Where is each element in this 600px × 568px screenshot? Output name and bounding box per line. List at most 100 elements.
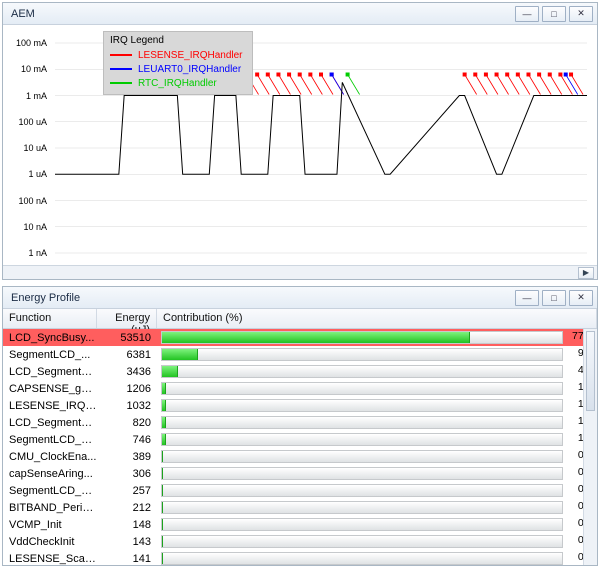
cell-contribution: 4% bbox=[157, 365, 597, 378]
aem-title: AEM bbox=[11, 8, 35, 20]
legend-swatch bbox=[110, 68, 132, 70]
cell-function: CMU_ClockEna... bbox=[3, 451, 97, 463]
table-row[interactable]: SegmentLCD_...63819% bbox=[3, 346, 597, 363]
table-row[interactable]: SegmentLCD_N...2570% bbox=[3, 482, 597, 499]
col-function[interactable]: Function bbox=[3, 309, 97, 328]
y-tick-label: 10 mA bbox=[5, 64, 51, 74]
contribution-bar bbox=[161, 518, 563, 531]
table-row[interactable]: LCD_SegmentSet34364% bbox=[3, 363, 597, 380]
legend-swatch bbox=[110, 54, 132, 56]
cell-function: BITBAND_Perip... bbox=[3, 502, 97, 514]
y-tick-label: 10 uA bbox=[5, 143, 51, 153]
cell-energy: 1206 bbox=[97, 383, 157, 395]
contribution-bar bbox=[161, 365, 563, 378]
cell-energy: 141 bbox=[97, 553, 157, 565]
scroll-right-button[interactable]: ▶ bbox=[578, 267, 594, 279]
cell-contribution: 1% bbox=[157, 433, 597, 446]
legend-label: LESENSE_IRQHandler bbox=[138, 50, 243, 61]
aem-panel: AEM — □ ✕ IRQ Legend LESENSE_IRQHandler L… bbox=[2, 2, 598, 280]
cell-function: LESENSE_IRQHa... bbox=[3, 400, 97, 412]
legend-item: LESENSE_IRQHandler bbox=[110, 48, 246, 62]
minimize-button[interactable]: — bbox=[515, 290, 539, 306]
table-row[interactable]: LCD_SyncBusy...5351077% bbox=[3, 329, 597, 346]
cell-function: LCD_SegmentS... bbox=[3, 417, 97, 429]
legend-item: RTC_IRQHandler bbox=[110, 76, 246, 90]
contribution-bar bbox=[161, 535, 563, 548]
cell-energy: 257 bbox=[97, 485, 157, 497]
energy-profile-panel: Energy Profile — □ ✕ Function Energy (uJ… bbox=[2, 286, 598, 566]
close-button[interactable]: ✕ bbox=[569, 6, 593, 22]
cell-energy: 6381 bbox=[97, 349, 157, 361]
scrollbar-thumb[interactable] bbox=[586, 331, 595, 411]
cell-contribution: 0% bbox=[157, 467, 597, 480]
maximize-button[interactable]: □ bbox=[542, 290, 566, 306]
cell-contribution: 1% bbox=[157, 399, 597, 412]
table-row[interactable]: CMU_ClockEna...3890% bbox=[3, 448, 597, 465]
cell-contribution: 0% bbox=[157, 535, 597, 548]
contribution-bar bbox=[161, 501, 563, 514]
table-row[interactable]: capSenseAring...3060% bbox=[3, 465, 597, 482]
y-tick-label: 1 uA bbox=[5, 169, 51, 179]
y-tick-label: 1 nA bbox=[5, 248, 51, 258]
cell-function: SegmentLCD_A... bbox=[3, 434, 97, 446]
contribution-bar bbox=[161, 382, 563, 395]
contribution-bar bbox=[161, 416, 563, 429]
cell-energy: 746 bbox=[97, 434, 157, 446]
col-energy[interactable]: Energy (uJ) bbox=[97, 309, 157, 328]
vertical-scrollbar[interactable] bbox=[583, 329, 597, 565]
aem-horizontal-scrollbar[interactable]: ▶ bbox=[3, 265, 597, 279]
energy-profile-title: Energy Profile bbox=[11, 292, 80, 304]
contribution-bar bbox=[161, 331, 563, 344]
y-tick-label: 100 mA bbox=[5, 38, 51, 48]
legend-label: LEUART0_IRQHandler bbox=[138, 64, 241, 75]
cell-function: SegmentLCD_... bbox=[3, 349, 97, 361]
maximize-button[interactable]: □ bbox=[542, 6, 566, 22]
minimize-button[interactable]: — bbox=[515, 6, 539, 22]
cell-contribution: 77% bbox=[157, 331, 597, 344]
cell-function: VddCheckInit bbox=[3, 536, 97, 548]
cell-contribution: 0% bbox=[157, 484, 597, 497]
energy-profile-title-bar: Energy Profile — □ ✕ bbox=[3, 287, 597, 309]
cell-function: LCD_SegmentSet bbox=[3, 366, 97, 378]
cell-function: VCMP_Init bbox=[3, 519, 97, 531]
table-row[interactable]: VCMP_Init1480% bbox=[3, 516, 597, 533]
y-tick-label: 100 nA bbox=[5, 196, 51, 206]
table-row[interactable]: BITBAND_Perip...2120% bbox=[3, 499, 597, 516]
cell-energy: 3436 bbox=[97, 366, 157, 378]
cell-contribution: 1% bbox=[157, 382, 597, 395]
cell-energy: 53510 bbox=[97, 332, 157, 344]
table-row[interactable]: LCD_SegmentS...8201% bbox=[3, 414, 597, 431]
contribution-bar bbox=[161, 348, 563, 361]
y-tick-label: 1 mA bbox=[5, 91, 51, 101]
legend-swatch bbox=[110, 82, 132, 84]
table-row[interactable]: SegmentLCD_A...7461% bbox=[3, 431, 597, 448]
table-row[interactable]: LESENSE_ScanR...1410% bbox=[3, 550, 597, 565]
irq-legend: IRQ Legend LESENSE_IRQHandler LEUART0_IRQ… bbox=[103, 31, 253, 95]
cell-contribution: 1% bbox=[157, 416, 597, 429]
irq-legend-title: IRQ Legend bbox=[110, 35, 246, 46]
cell-contribution: 9% bbox=[157, 348, 597, 361]
table-row[interactable]: LESENSE_IRQHa...10321% bbox=[3, 397, 597, 414]
aem-chart-svg bbox=[3, 25, 597, 265]
cell-contribution: 0% bbox=[157, 450, 597, 463]
contribution-bar bbox=[161, 450, 563, 463]
contribution-bar bbox=[161, 467, 563, 480]
aem-chart-area[interactable]: IRQ Legend LESENSE_IRQHandler LEUART0_IRQ… bbox=[3, 25, 597, 265]
cell-energy: 212 bbox=[97, 502, 157, 514]
cell-function: LCD_SyncBusy... bbox=[3, 332, 97, 344]
cell-energy: 389 bbox=[97, 451, 157, 463]
legend-label: RTC_IRQHandler bbox=[138, 78, 217, 89]
energy-table-header: Function Energy (uJ) Contribution (%) bbox=[3, 309, 597, 329]
cell-function: LESENSE_ScanR... bbox=[3, 553, 97, 565]
cell-energy: 1032 bbox=[97, 400, 157, 412]
col-contribution[interactable]: Contribution (%) bbox=[157, 309, 597, 328]
cell-energy: 148 bbox=[97, 519, 157, 531]
aem-title-bar: AEM — □ ✕ bbox=[3, 3, 597, 25]
table-row[interactable]: CAPSENSE_getS...12061% bbox=[3, 380, 597, 397]
table-row[interactable]: VddCheckInit1430% bbox=[3, 533, 597, 550]
close-button[interactable]: ✕ bbox=[569, 290, 593, 306]
cell-energy: 306 bbox=[97, 468, 157, 480]
cell-contribution: 0% bbox=[157, 552, 597, 565]
cell-energy: 820 bbox=[97, 417, 157, 429]
y-tick-label: 100 uA bbox=[5, 117, 51, 127]
